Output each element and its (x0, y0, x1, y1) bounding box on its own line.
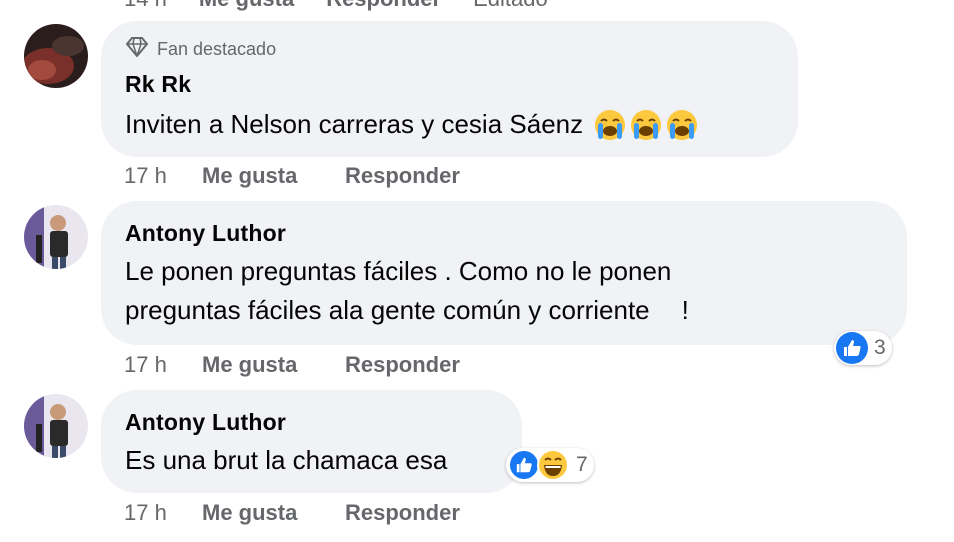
comment-author[interactable]: Antony Luthor (125, 220, 286, 247)
like-link[interactable]: Me gusta (202, 163, 345, 189)
comment-actions: 17 h Me gusta Responder (124, 350, 460, 380)
comment-text: Inviten a Nelson carreras y cesia Sáenz (125, 105, 699, 144)
previous-comment-actions: 14 h Me gusta Responder Editado (124, 0, 548, 11)
comment-bubble: Fan destacado Rk Rk Inviten a Nelson car… (101, 21, 798, 157)
grinning-face-icon (536, 448, 570, 482)
top-fan-badge: Fan destacado (125, 37, 276, 62)
like-link[interactable]: Me gusta (199, 0, 294, 11)
comment-actions: 17 h Me gusta Responder (124, 161, 460, 191)
like-icon (836, 332, 868, 364)
comment-author[interactable]: Rk Rk (125, 71, 191, 98)
loudly-crying-face-icon (595, 109, 626, 140)
loudly-crying-face-icon (631, 109, 662, 140)
avatar[interactable] (24, 205, 88, 269)
comment-text: Es una brut la chamaca esa (125, 445, 448, 475)
reply-link[interactable]: Responder (345, 352, 460, 378)
comment-time[interactable]: 17 h (124, 163, 202, 189)
reply-link[interactable]: Responder (326, 0, 441, 11)
like-link[interactable]: Me gusta (202, 500, 345, 526)
comment-bubble: Antony Luthor Es una brut la chamaca esa (101, 390, 522, 493)
comment-time[interactable]: 17 h (124, 352, 202, 378)
diamond-icon (125, 37, 149, 62)
comment-time: 14 h (124, 0, 167, 11)
avatar[interactable] (24, 24, 88, 88)
reaction-count: 3 (874, 336, 886, 359)
reaction-count: 7 (576, 453, 588, 476)
comment-author[interactable]: Antony Luthor (125, 409, 286, 436)
comment-actions: 17 h Me gusta Responder (124, 498, 460, 528)
comment-bubble: Antony Luthor Le ponen preguntas fáciles… (101, 201, 907, 345)
like-link[interactable]: Me gusta (202, 352, 345, 378)
reply-link[interactable]: Responder (345, 163, 460, 189)
reaction-summary[interactable]: 7 (506, 448, 594, 482)
comment-text: Le ponen preguntas fáciles . Como no le … (125, 256, 689, 325)
reply-link[interactable]: Responder (345, 500, 460, 526)
avatar[interactable] (24, 394, 88, 458)
badge-label: Fan destacado (157, 39, 277, 59)
comment-time[interactable]: 17 h (124, 500, 202, 526)
loudly-crying-face-icon (667, 109, 698, 140)
reaction-summary[interactable]: 3 (834, 331, 892, 365)
edited-label: Editado (473, 0, 548, 11)
